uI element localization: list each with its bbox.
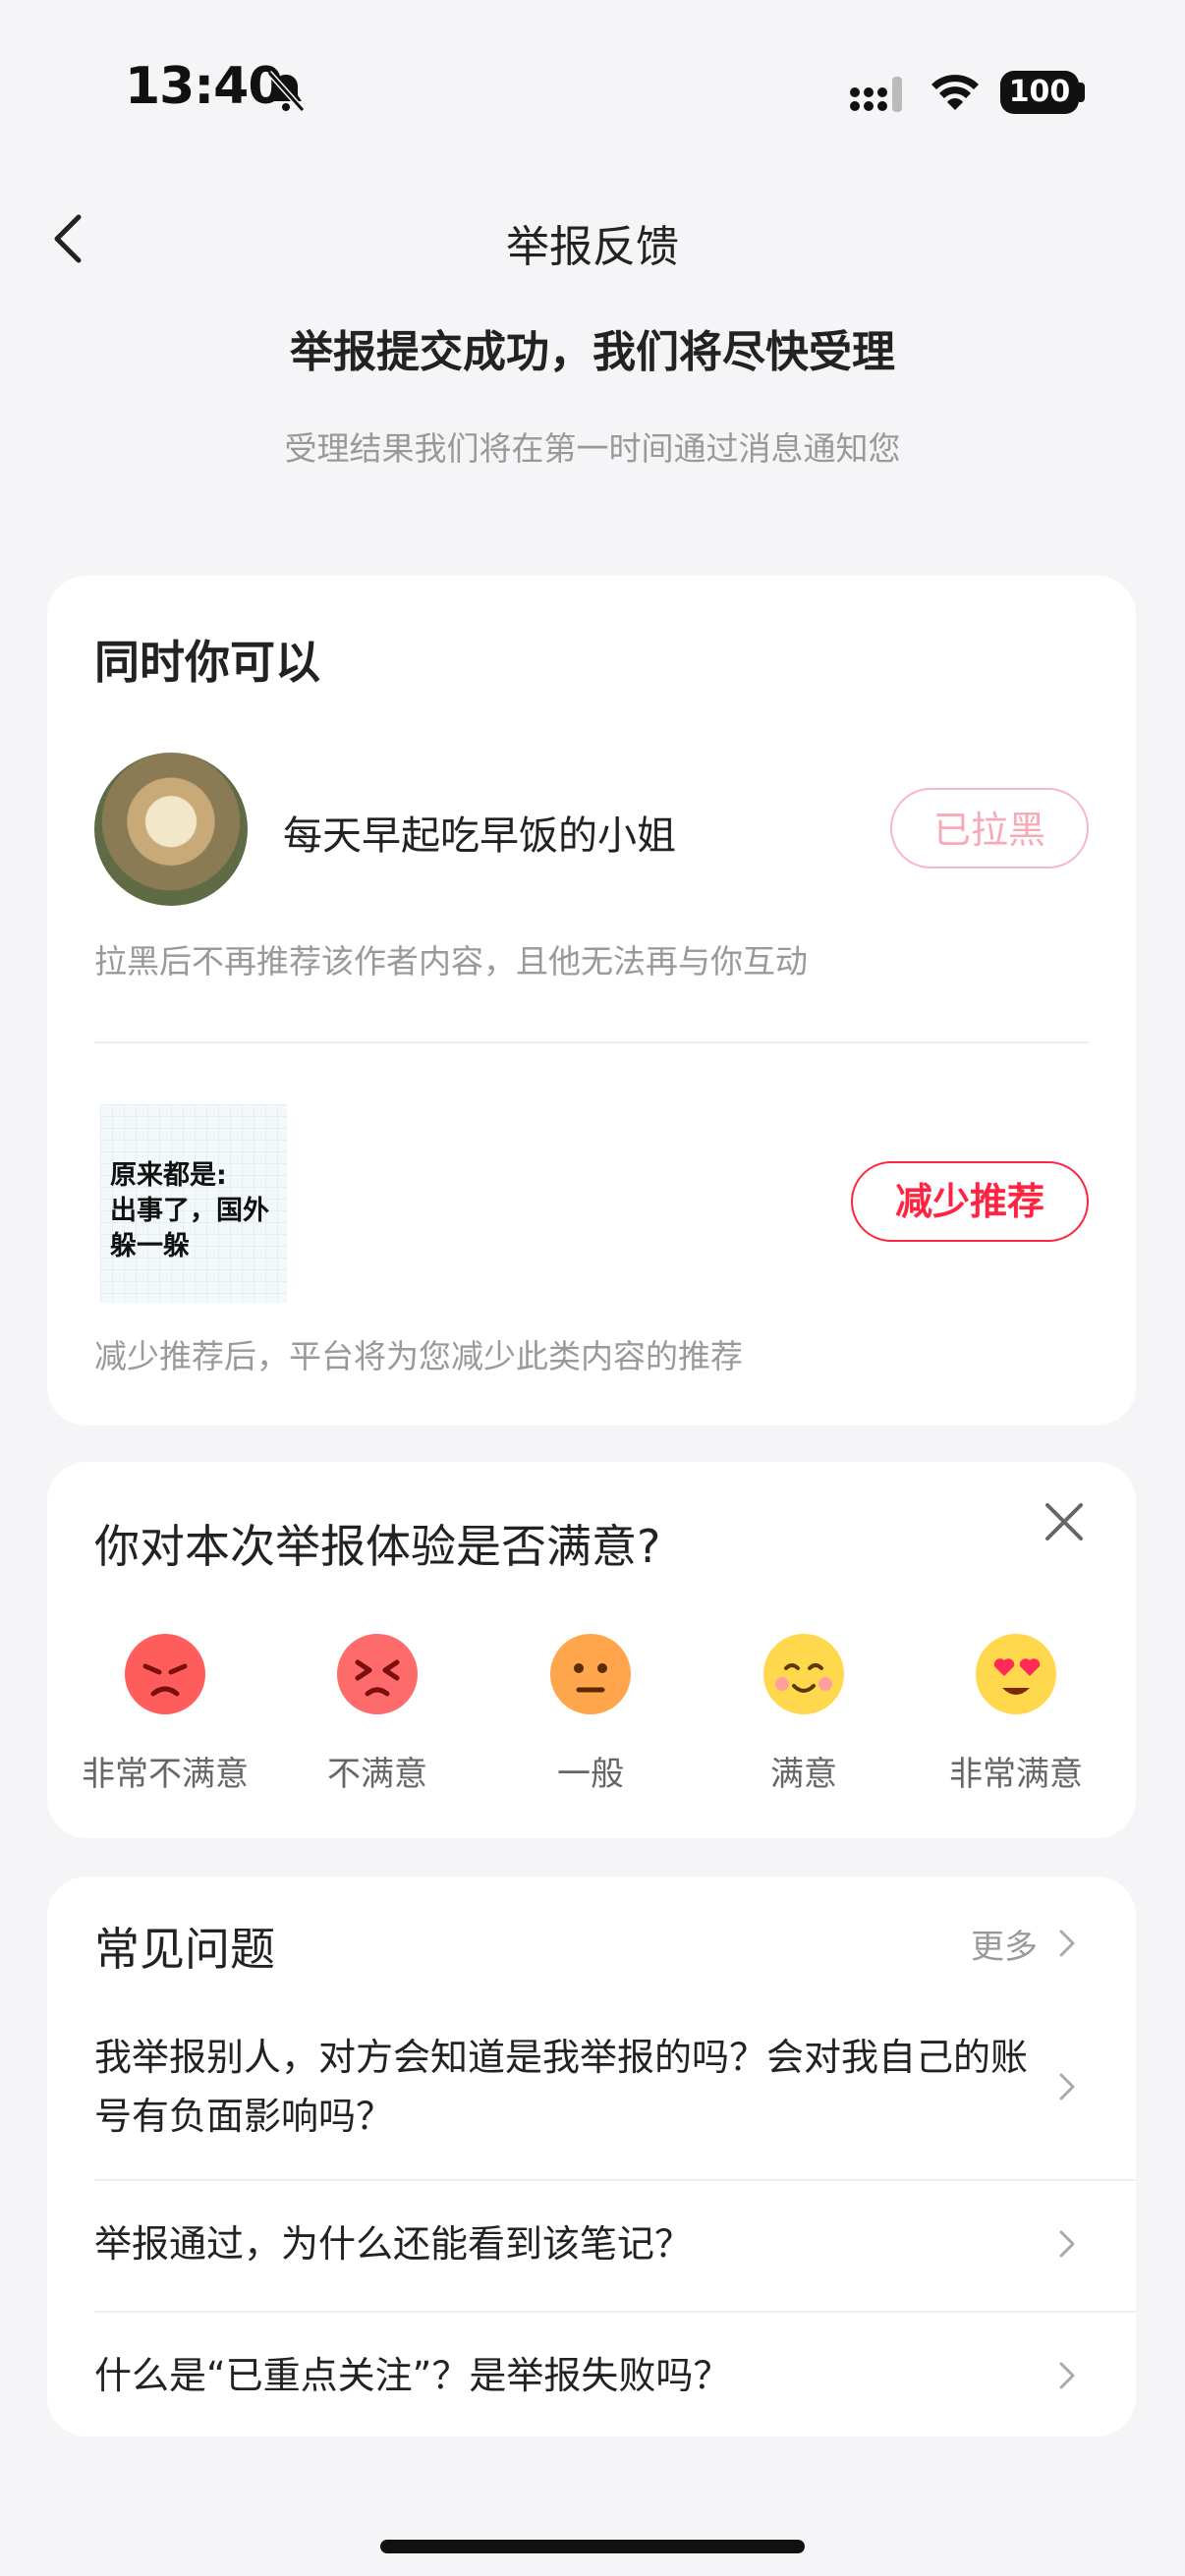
divider — [94, 2179, 1136, 2181]
rating-label: 非常满意 — [949, 1755, 1083, 1794]
result-headline: 举报提交成功，我们将尽快受理 — [290, 327, 895, 377]
home-indicator[interactable] — [380, 2540, 805, 2553]
actions-card: 同时你可以 每天早起吃早饭的小姐 已拉黑 拉黑后不再推荐该作者内容，且他无法再与… — [47, 576, 1136, 1426]
faq-question: 我举报别人，对方会知道是我举报的吗？会对我自己的账号有负面影响吗？ — [94, 2036, 1029, 2138]
author-name[interactable]: 每天早起吃早饭的小姐 — [283, 804, 676, 861]
frustrated-face-icon — [337, 1634, 418, 1714]
faq-title: 常见问题 — [94, 1923, 275, 1976]
result-subline: 受理结果我们将在第一时间通过消息通知您 — [284, 429, 901, 468]
blocked-button[interactable]: 已拉黑 — [890, 788, 1089, 868]
chevron-right-icon — [1059, 2362, 1075, 2389]
chevron-right-icon — [1059, 2073, 1075, 2100]
cellular-signal-icon — [850, 77, 902, 112]
survey-question: 你对本次举报体验是否满意? — [94, 1520, 661, 1573]
chevron-right-icon — [1059, 2230, 1075, 2258]
faq-card: 常见问题 更多 我举报别人，对方会知道是我举报的吗？会对我自己的账号有负面影响吗… — [47, 1876, 1136, 2436]
divider — [94, 2311, 1136, 2313]
faq-more-label: 更多 — [971, 1928, 1038, 1967]
battery-indicator: 100 — [1000, 71, 1079, 114]
angry-face-icon — [125, 1634, 205, 1714]
thumb-line-3: 躲一躲 — [110, 1231, 190, 1261]
reduce-recommendation-button[interactable]: 减少推荐 — [851, 1161, 1089, 1242]
block-note: 拉黑后不再推荐该作者内容，且他无法再与你互动 — [94, 942, 808, 980]
rating-label: 一般 — [557, 1755, 624, 1794]
rating-label: 不满意 — [327, 1755, 427, 1794]
thumb-line-2: 出事了，国外 — [110, 1196, 269, 1226]
page-title: 举报反馈 — [506, 222, 679, 272]
chevron-right-icon — [1059, 1930, 1075, 1957]
rating-label: 非常不满意 — [82, 1755, 249, 1794]
note-thumbnail[interactable]: 原来都是: 出事了，国外 躲一躲 — [100, 1104, 287, 1303]
close-icon[interactable] — [1042, 1499, 1087, 1544]
thumb-line-1: 原来都是: — [110, 1160, 227, 1191]
avatar[interactable] — [94, 753, 248, 906]
actions-card-title: 同时你可以 — [94, 636, 320, 689]
wifi-icon — [931, 75, 979, 110]
faq-question: 举报通过，为什么还能看到该笔记？ — [94, 2222, 693, 2266]
heart-eyes-face-icon — [976, 1634, 1056, 1714]
reduce-note: 减少推荐后，平台将为您减少此类内容的推荐 — [94, 1337, 743, 1375]
neutral-face-icon — [550, 1634, 631, 1714]
smiling-face-icon — [763, 1634, 844, 1714]
battery-tip — [1079, 83, 1085, 102]
faq-question: 什么是“已重点关注”？是举报失败吗？ — [94, 2354, 731, 2397]
bell-muted-icon — [266, 70, 306, 113]
rating-label: 满意 — [770, 1755, 837, 1794]
divider — [94, 1041, 1089, 1043]
status-time: 13:40 — [125, 57, 284, 116]
survey-card: 你对本次举报体验是否满意? 非常不满意 不满意 一般 满意 非常满意 — [47, 1462, 1136, 1838]
